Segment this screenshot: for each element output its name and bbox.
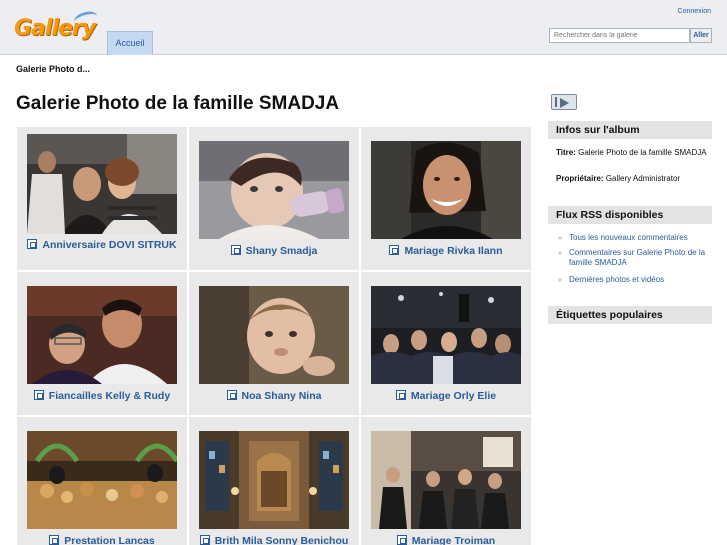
album-icon [395, 390, 406, 400]
album-icon [226, 390, 237, 400]
slideshow-icon[interactable] [551, 94, 577, 110]
rss-arrow-icon: » [558, 250, 562, 257]
album-info-heading: Infos sur l'album [548, 121, 712, 139]
album-thumbnail[interactable] [371, 141, 521, 239]
album-thumbnail[interactable] [27, 134, 177, 234]
album-thumbnail[interactable] [199, 286, 349, 384]
rss-link-album-comments[interactable]: » Commentaires sur Galerie Photo de la f… [558, 248, 712, 268]
login-link[interactable]: Connexion [678, 8, 711, 15]
album-info-owner: Propriétaire: Gallery Administrator [556, 174, 712, 184]
album-info-title: Titre: Galerie Photo de la famille SMADJ… [556, 148, 712, 158]
album-thumbnail[interactable] [27, 286, 177, 384]
album-thumbnail[interactable] [27, 431, 177, 529]
album-label[interactable]: Prestation Lancas [23, 535, 181, 545]
album-thumbnail[interactable] [199, 431, 349, 529]
album-thumbnail[interactable] [371, 286, 521, 384]
album-cell[interactable]: Mariage Orly Elie [361, 272, 531, 415]
album-label[interactable]: Mariage Troiman [367, 535, 525, 545]
album-cell[interactable]: Mariage Rivka Ilann [361, 127, 531, 270]
album-cell[interactable]: Brith Mila Sonny Benichou [189, 417, 359, 545]
header: Gallery Accueil Connexion Aller [0, 0, 727, 55]
album-thumbnail[interactable] [371, 431, 521, 529]
tab-home[interactable]: Accueil [107, 31, 153, 55]
album-thumbnail[interactable] [199, 141, 349, 239]
popular-tags-heading: Étiquettes populaires [548, 306, 712, 324]
rss-arrow-icon: » [558, 277, 562, 284]
search-input[interactable] [549, 28, 690, 43]
album-icon [27, 239, 38, 249]
album-cell[interactable]: Noa Shany Nina [189, 272, 359, 415]
album-info-owner-label: Propriétaire: [556, 174, 604, 183]
rss-arrow-icon: » [558, 235, 562, 242]
album-icon [49, 535, 60, 545]
album-label[interactable]: Anniversaire DOVI SITRUK [23, 239, 181, 252]
album-cell[interactable]: Fiancailles Kelly & Rudy [17, 272, 187, 415]
album-icon [396, 535, 407, 545]
album-cell[interactable]: Mariage Troiman [361, 417, 531, 545]
breadcrumb[interactable]: Galerie Photo d... [16, 64, 90, 74]
page-title: Galerie Photo de la famille SMADJA [16, 93, 340, 114]
search-button[interactable]: Aller [690, 28, 712, 43]
album-label[interactable]: Mariage Rivka Ilann [367, 245, 525, 258]
album-label[interactable]: Noa Shany Nina [195, 390, 353, 403]
rss-link-latest-photos[interactable]: » Dernières photos et vidéos [558, 275, 712, 285]
album-icon [230, 245, 241, 255]
album-label[interactable]: Mariage Orly Elie [367, 390, 525, 403]
album-cell[interactable]: Anniversaire DOVI SITRUK [17, 127, 187, 270]
album-label[interactable]: Shany Smadja [195, 245, 353, 258]
album-icon [33, 390, 44, 400]
rss-heading: Flux RSS disponibles [548, 206, 712, 224]
album-icon [389, 245, 400, 255]
album-info-title-value: Galerie Photo de la famille SMADJA [578, 148, 707, 157]
logo-swoosh-icon [72, 9, 100, 29]
album-info-owner-value: Gallery Administrator [605, 174, 681, 183]
album-icon [199, 535, 210, 545]
album-label[interactable]: Fiancailles Kelly & Rudy [23, 390, 181, 403]
rss-link-comments[interactable]: » Tous les nouveaux commentaires [558, 233, 712, 243]
album-info-title-label: Titre: [556, 148, 576, 157]
gallery-logo[interactable]: Gallery [14, 9, 100, 44]
album-label[interactable]: Brith Mila Sonny Benichou [195, 535, 353, 545]
album-cell[interactable]: Prestation Lancas [17, 417, 187, 545]
album-cell[interactable]: Shany Smadja [189, 127, 359, 270]
